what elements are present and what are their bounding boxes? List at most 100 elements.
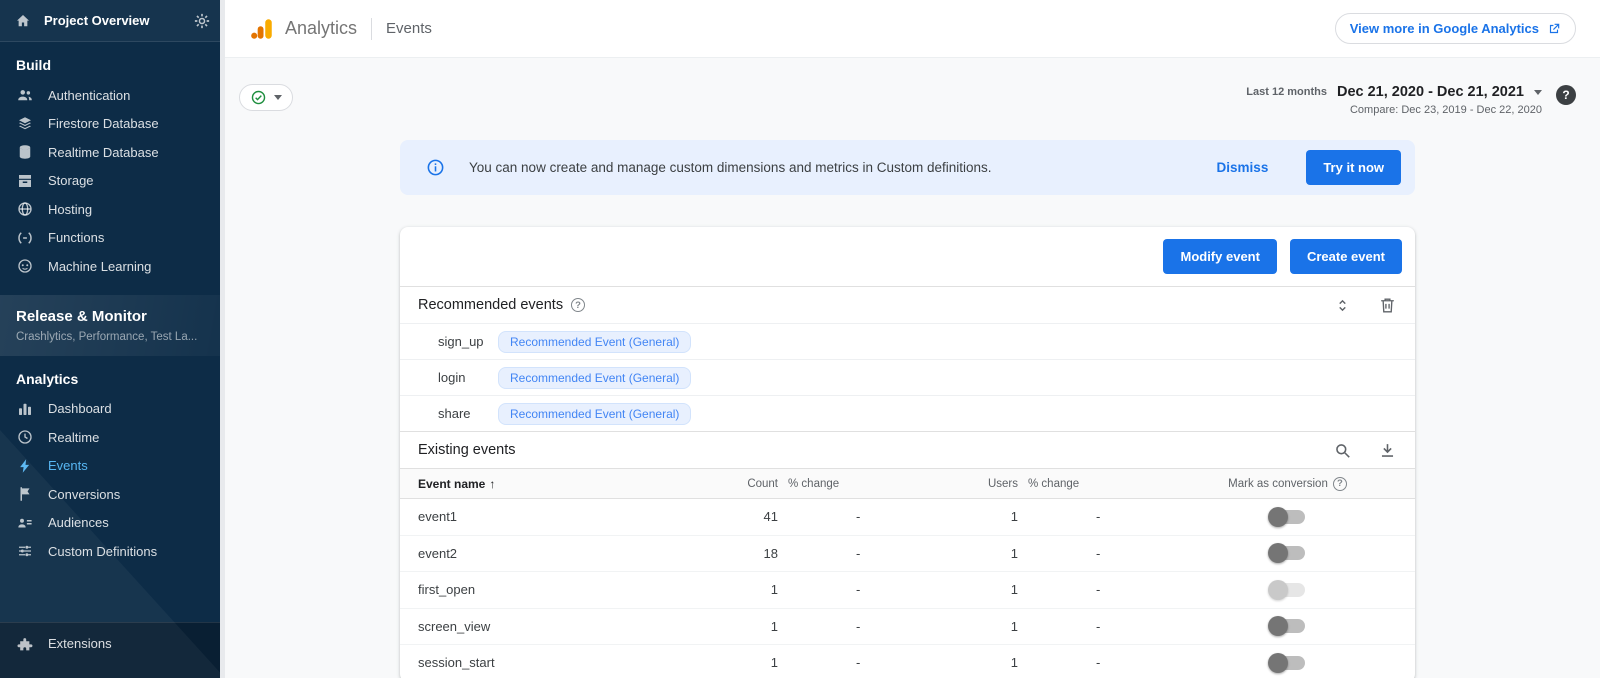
event-name-cell: session_start <box>418 655 708 670</box>
column-mark-as-conversion: Mark as conversion <box>1178 477 1397 491</box>
users-change-cell: - <box>1018 546 1178 561</box>
sidebar-item-events[interactable]: Events <box>0 452 220 481</box>
mark-as-conversion-toggle[interactable] <box>1270 510 1305 524</box>
event-table-row: screen_view 1 - 1 - <box>400 609 1415 646</box>
users-change-cell: - <box>1018 582 1178 597</box>
tune-sliders-icon <box>16 542 34 560</box>
project-overview-nav[interactable]: Project Overview <box>0 0 225 42</box>
existing-events-title: Existing events <box>418 442 516 458</box>
change-cell: - <box>778 509 938 524</box>
date-range-selector[interactable]: Last 12 months Dec 21, 2020 - Dec 21, 20… <box>1246 84 1542 100</box>
sidebar-item-realtime-database[interactable]: Realtime Database <box>0 138 220 167</box>
banner-message: You can now create and manage custom dim… <box>461 160 1201 175</box>
firestore-layers-icon <box>16 115 34 133</box>
users-cell: 1 <box>938 582 1018 597</box>
event-table-row: event1 41 - 1 - <box>400 499 1415 536</box>
topbar-divider <box>371 18 372 40</box>
create-event-button[interactable]: Create event <box>1290 239 1402 274</box>
card-actions: Modify event Create event <box>400 227 1415 286</box>
view-more-ga-button[interactable]: View more in Google Analytics <box>1335 13 1576 44</box>
change-cell: - <box>778 582 938 597</box>
try-it-now-button[interactable]: Try it now <box>1306 150 1401 185</box>
column-label: Event name <box>418 477 485 491</box>
sidebar-item-label: Functions <box>48 230 104 245</box>
trash-icon[interactable] <box>1378 296 1397 315</box>
bar-chart-icon <box>16 400 34 418</box>
sidebar-item-label: Hosting <box>48 202 92 217</box>
date-range-value: Dec 21, 2020 - Dec 21, 2021 <box>1337 84 1524 100</box>
sidebar-item-custom-definitions[interactable]: Custom Definitions <box>0 537 220 566</box>
sidebar-item-label: Storage <box>48 173 94 188</box>
panel-area: You can now create and manage custom dim… <box>400 140 1415 678</box>
sidebar-item-extensions[interactable]: Extensions <box>0 630 220 659</box>
recommended-event-chip: Recommended Event (General) <box>498 367 691 389</box>
column-event-name[interactable]: Event name <box>418 477 708 491</box>
sidebar-item-machine-learning[interactable]: Machine Learning <box>0 252 220 281</box>
mark-as-conversion-toggle[interactable] <box>1270 583 1305 597</box>
column-change: % change <box>778 478 938 490</box>
search-icon[interactable] <box>1333 441 1352 460</box>
mark-as-conversion-toggle[interactable] <box>1270 546 1305 560</box>
sidebar-nav: Build Authentication Firestore Database … <box>0 42 225 678</box>
recommended-event-row: sign_up Recommended Event (General) <box>400 323 1415 359</box>
sidebar-item-label: Dashboard <box>48 401 112 416</box>
users-cell: 1 <box>938 509 1018 524</box>
external-link-icon <box>1547 22 1561 36</box>
recommended-event-name: sign_up <box>438 334 486 349</box>
event-table-row: first_open 1 - 1 - <box>400 572 1415 609</box>
count-cell: 1 <box>708 619 778 634</box>
download-icon[interactable] <box>1378 441 1397 460</box>
sidebar: Project Overview Build Authentication Fi… <box>0 0 225 678</box>
recommended-events-header: Recommended events <box>400 286 1415 323</box>
sidebar-item-conversions[interactable]: Conversions <box>0 480 220 509</box>
event-name-cell: event2 <box>418 546 708 561</box>
database-icon <box>16 143 34 161</box>
help-icon[interactable] <box>1556 85 1576 105</box>
sidebar-item-realtime[interactable]: Realtime <box>0 423 220 452</box>
event-name-cell: event1 <box>418 509 708 524</box>
column-label: Mark as conversion <box>1228 478 1328 490</box>
sidebar-item-storage[interactable]: Storage <box>0 167 220 196</box>
sidebar-item-audiences[interactable]: Audiences <box>0 509 220 538</box>
settings-gear-icon[interactable] <box>193 12 211 30</box>
project-overview-label[interactable]: Project Overview <box>44 13 181 28</box>
recommended-event-name: login <box>438 370 486 385</box>
recommended-help-icon[interactable] <box>571 298 585 312</box>
sidebar-item-label: Custom Definitions <box>48 544 157 559</box>
sidebar-item-hosting[interactable]: Hosting <box>0 195 220 224</box>
recommended-event-chip: Recommended Event (General) <box>498 331 691 353</box>
sidebar-item-label: Firestore Database <box>48 116 159 131</box>
dismiss-button[interactable]: Dismiss <box>1217 160 1269 175</box>
sidebar-item-label: Events <box>48 458 88 473</box>
google-analytics-logo-icon <box>249 16 275 42</box>
content-area: Last 12 months Dec 21, 2020 - Dec 21, 20… <box>225 58 1600 678</box>
sidebar-item-authentication[interactable]: Authentication <box>0 81 220 110</box>
info-banner: You can now create and manage custom dim… <box>400 140 1415 195</box>
release-monitor-subtitle: Crashlytics, Performance, Test La... <box>16 331 204 343</box>
change-cell: - <box>778 619 938 634</box>
analytics-section-label: Analytics <box>0 356 220 395</box>
release-monitor-title: Release & Monitor <box>16 308 204 325</box>
sidebar-item-label: Machine Learning <box>48 259 151 274</box>
people-icon <box>16 86 34 104</box>
conversion-help-icon[interactable] <box>1333 477 1347 491</box>
event-name-cell: first_open <box>418 582 708 597</box>
mark-as-conversion-toggle[interactable] <box>1270 656 1305 670</box>
home-icon <box>14 12 32 30</box>
events-bolt-icon <box>16 457 34 475</box>
modify-event-button[interactable]: Modify event <box>1163 239 1276 274</box>
release-monitor-section[interactable]: Release & Monitor Crashlytics, Performan… <box>0 295 220 356</box>
events-table-header: Event name Count % change Users % change… <box>400 468 1415 499</box>
sidebar-item-functions[interactable]: Functions <box>0 224 220 253</box>
users-change-cell: - <box>1018 655 1178 670</box>
column-count: Count <box>708 478 778 490</box>
sidebar-item-dashboard[interactable]: Dashboard <box>0 395 220 424</box>
clock-icon <box>16 428 34 446</box>
filter-chip[interactable] <box>239 84 293 111</box>
sidebar-item-firestore[interactable]: Firestore Database <box>0 110 220 139</box>
recommended-event-chip: Recommended Event (General) <box>498 403 691 425</box>
sidebar-scrollbar[interactable] <box>220 0 225 678</box>
chevron-down-icon <box>274 95 282 100</box>
unfold-icon[interactable] <box>1333 296 1352 315</box>
mark-as-conversion-toggle[interactable] <box>1270 619 1305 633</box>
